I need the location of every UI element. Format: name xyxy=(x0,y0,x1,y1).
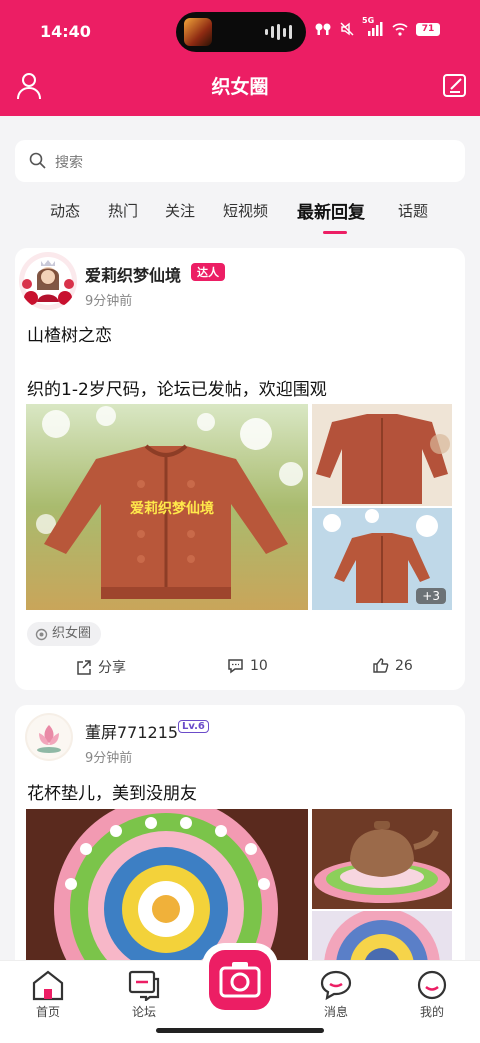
page-title: 织女圈 xyxy=(211,76,269,98)
post-image-2[interactable] xyxy=(312,404,452,506)
like-button[interactable]: 26 xyxy=(372,657,413,674)
nav-messages-label: 消息 xyxy=(323,1005,348,1019)
nav-forum-label: 论坛 xyxy=(131,1005,156,1019)
search-icon xyxy=(29,152,46,169)
topic-icon xyxy=(35,628,48,640)
active-tab-indicator xyxy=(323,231,347,234)
earbuds-icon xyxy=(315,23,331,35)
thumbs-up-icon xyxy=(373,658,389,673)
comment-icon xyxy=(228,659,243,674)
camera-icon xyxy=(219,962,261,998)
share-label: 分享 xyxy=(98,660,126,676)
nav-profile[interactable]: 我的 xyxy=(402,969,462,1020)
battery-icon: 71 xyxy=(416,22,440,36)
post-title: 山楂树之恋 xyxy=(27,326,112,346)
home-indicator[interactable] xyxy=(156,1028,324,1033)
dynamic-island[interactable] xyxy=(176,12,306,52)
status-icons: 5G 71 xyxy=(314,16,440,36)
nav-messages[interactable]: 消息 xyxy=(306,969,366,1020)
post-image-2[interactable] xyxy=(312,809,452,909)
post-body: 织的1-2岁尺码，论坛已发帖，欢迎围观 xyxy=(27,380,327,400)
comment-count: 10 xyxy=(250,657,268,674)
nav-profile-label: 我的 xyxy=(419,1005,444,1019)
compose-icon[interactable] xyxy=(442,72,468,98)
status-bar: 14:40 5G 71 xyxy=(0,0,480,62)
tab-guanzhu[interactable]: 关注 xyxy=(165,200,195,221)
post-time: 9分钟前 xyxy=(85,751,133,766)
topic-label: 织女圈 xyxy=(52,626,92,641)
author-name[interactable]: 董屏771215 xyxy=(85,719,178,743)
topic-tag[interactable]: 织女圈 xyxy=(27,622,102,646)
profile-icon xyxy=(417,970,447,1000)
avatar[interactable] xyxy=(19,252,77,310)
tab-short-video[interactable]: 短视频 xyxy=(223,200,268,221)
like-count: 26 xyxy=(395,657,413,674)
more-images-badge: +3 xyxy=(416,588,446,604)
image-watermark: 爱莉织梦仙境 xyxy=(130,501,214,517)
tab-remen[interactable]: 热门 xyxy=(108,200,138,221)
search-bar[interactable]: 搜索 xyxy=(15,140,465,182)
nav-forum[interactable]: 论坛 xyxy=(114,969,174,1020)
message-icon xyxy=(320,970,352,1001)
signal-icon: 5G xyxy=(362,16,384,36)
audio-wave-icon xyxy=(265,24,292,40)
share-icon xyxy=(77,659,91,675)
top-bar: 14:40 5G 71 织女圈 xyxy=(0,0,480,116)
post-actions: 分享 10 26 xyxy=(15,653,465,683)
post-image-main[interactable]: 爱莉织梦仙境 xyxy=(26,404,308,610)
post-time: 9分钟前 xyxy=(85,294,133,309)
avatar[interactable] xyxy=(25,713,73,761)
author-name[interactable]: 爱莉织梦仙境 xyxy=(85,262,181,286)
comment-button[interactable]: 10 xyxy=(227,657,268,674)
forum-icon xyxy=(128,970,160,1001)
level-badge: Lv.6 xyxy=(178,720,209,733)
camera-button[interactable] xyxy=(209,950,271,1010)
mute-icon xyxy=(340,22,354,36)
post-card[interactable]: 爱莉织梦仙境 达人 9分钟前 山楂树之恋 织的1-2岁尺码，论坛已发帖，欢迎围观… xyxy=(15,248,465,690)
expert-badge: 达人 xyxy=(191,263,225,281)
tab-latest-reply[interactable]: 最新回复 xyxy=(297,198,365,223)
media-thumbnail xyxy=(184,18,212,46)
share-button[interactable]: 分享 xyxy=(75,657,126,677)
tab-bar: 动态 热门 关注 短视频 最新回复 话题 xyxy=(0,196,480,236)
tab-dongtai[interactable]: 动态 xyxy=(50,200,80,221)
tab-topics[interactable]: 话题 xyxy=(398,200,428,221)
home-icon xyxy=(32,970,64,1001)
wifi-icon xyxy=(392,23,408,36)
post-title: 花杯垫儿，美到没朋友 xyxy=(27,784,197,804)
post-image-3[interactable]: +3 xyxy=(312,508,452,610)
nav-home-label: 首页 xyxy=(35,1005,60,1019)
post-card[interactable]: 董屏771215 Lv.6 9分钟前 花杯垫儿，美到没朋友 xyxy=(15,705,465,975)
status-time: 14:40 xyxy=(40,22,91,41)
search-placeholder: 搜索 xyxy=(55,155,83,171)
nav-home[interactable]: 首页 xyxy=(18,969,78,1020)
